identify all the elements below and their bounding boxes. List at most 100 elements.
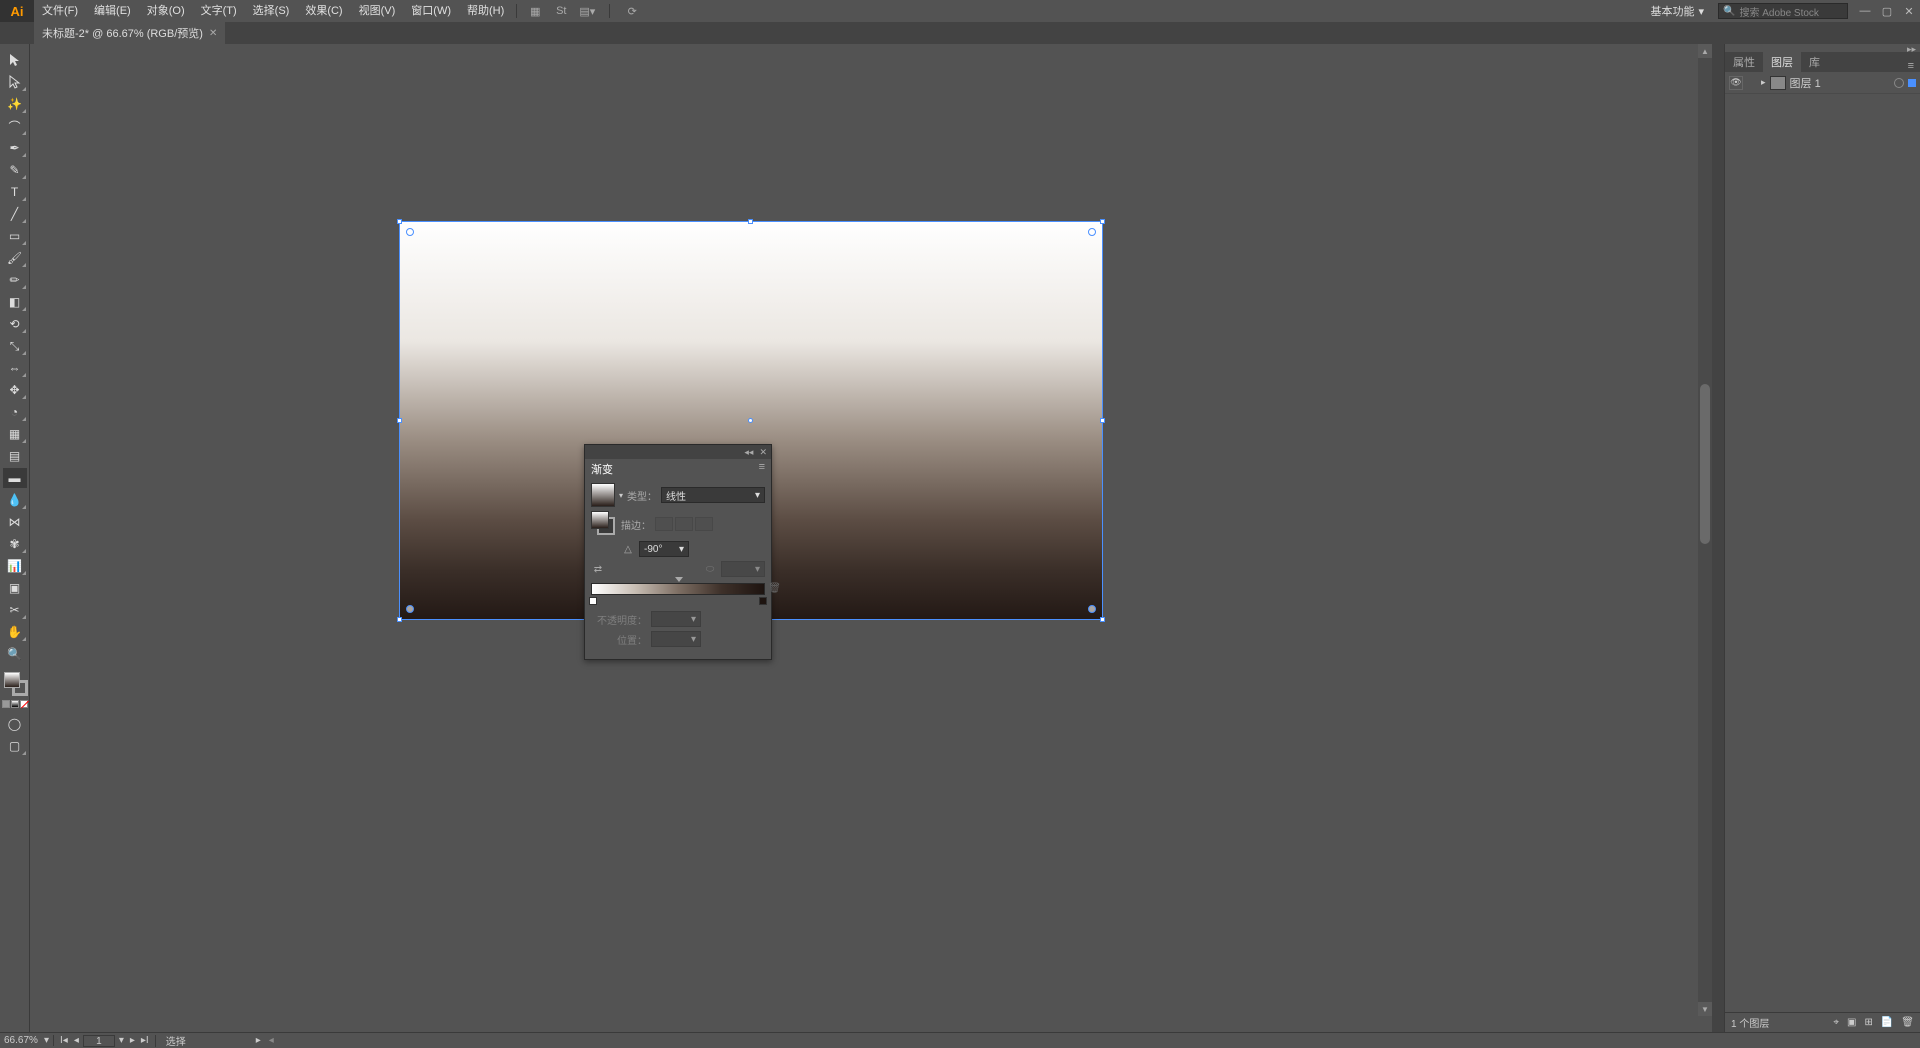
locate-object-icon[interactable]: ⌖ — [1833, 1017, 1839, 1028]
minimize-button[interactable]: — — [1854, 0, 1876, 22]
close-button[interactable]: ✕ — [1898, 0, 1920, 22]
draw-mode-normal[interactable]: ◯ — [3, 714, 27, 734]
magic-wand-tool[interactable]: ✨ — [3, 94, 27, 114]
gradient-editor[interactable]: 🗑 — [591, 583, 765, 605]
fill-mini-swatch[interactable] — [591, 511, 609, 529]
document-tab[interactable]: 未标题-2* @ 66.67% (RGB/预览) ✕ — [34, 22, 225, 44]
type-tool[interactable]: T — [3, 182, 27, 202]
maximize-button[interactable]: ▢ — [1876, 0, 1898, 22]
angle-input[interactable]: -90° ▾ — [639, 541, 689, 557]
fill-swatch[interactable] — [4, 672, 20, 688]
gradient-panel[interactable]: ◂◂ ✕ 渐变 ≡ ▾ 类型： 线性 ▾ — [584, 444, 772, 660]
scroll-up-arrow[interactable]: ▲ — [1698, 44, 1712, 58]
menu-view[interactable]: 视图(V) — [351, 0, 404, 22]
color-mode-solid[interactable] — [2, 700, 10, 708]
swatch-dropdown-icon[interactable]: ▾ — [619, 491, 623, 500]
gpu-icon[interactable]: ⟳ — [624, 3, 640, 19]
dock-strip[interactable] — [1712, 44, 1724, 1032]
pen-tool[interactable]: ✒ — [3, 138, 27, 158]
stroke-along-button[interactable] — [675, 517, 693, 531]
free-transform-tool[interactable]: ✥ — [3, 380, 27, 400]
next-artboard-button[interactable]: ▸ — [128, 1035, 137, 1046]
gradient-preview-swatch[interactable] — [591, 483, 615, 507]
tab-libraries[interactable]: 库 — [1801, 52, 1828, 72]
arrange-icon[interactable]: ▤▾ — [579, 3, 595, 19]
layer-name[interactable]: 图层 1 — [1790, 75, 1821, 91]
scale-tool[interactable]: ⤡ — [3, 336, 27, 356]
curvature-tool[interactable]: ✎ — [3, 160, 27, 180]
status-dropdown-icon[interactable]: ▸ — [196, 1035, 261, 1046]
color-mode-none[interactable] — [20, 700, 28, 708]
artboard-number[interactable]: 1 — [83, 1035, 115, 1047]
scroll-down-arrow[interactable]: ▼ — [1698, 1002, 1712, 1016]
visibility-toggle[interactable]: 👁 — [1729, 76, 1743, 90]
zoom-tool[interactable]: 🔍 — [3, 644, 27, 664]
stock-icon[interactable]: St — [553, 3, 569, 19]
rotate-tool[interactable]: ⟲ — [3, 314, 27, 334]
panel-header[interactable]: ◂◂ ✕ — [585, 445, 771, 459]
gradient-midpoint[interactable] — [675, 577, 683, 582]
slice-tool[interactable]: ✂ — [3, 600, 27, 620]
eraser-tool[interactable]: ◧ — [3, 292, 27, 312]
menu-type[interactable]: 文字(T) — [193, 0, 245, 22]
lasso-tool[interactable]: ⌒ — [3, 116, 27, 136]
close-panel-icon[interactable]: ✕ — [759, 447, 767, 458]
gradient-type-select[interactable]: 线性 ▾ — [661, 487, 765, 503]
tab-layers[interactable]: 图层 — [1763, 52, 1801, 72]
expand-layer-icon[interactable]: ▸ — [1761, 77, 1766, 88]
artboard-dropdown[interactable]: ▾ — [117, 1035, 126, 1046]
mesh-tool[interactable]: ▤ — [3, 446, 27, 466]
new-layer-icon[interactable]: 📄 — [1881, 1017, 1893, 1028]
panel-menu-icon[interactable]: ≡ — [759, 461, 765, 473]
tab-properties[interactable]: 属性 — [1725, 52, 1763, 72]
color-mode-gradient[interactable] — [11, 700, 19, 708]
gradient-tool[interactable]: ▬ — [3, 468, 27, 488]
live-corner-widget[interactable] — [1088, 605, 1096, 613]
paintbrush-tool[interactable]: 🖌 — [3, 248, 27, 268]
gradient-ramp[interactable] — [591, 583, 765, 595]
stroke-across-button[interactable] — [695, 517, 713, 531]
live-corner-widget[interactable] — [406, 228, 414, 236]
panel-tab-gradient[interactable]: 渐变 — [591, 464, 613, 476]
menu-select[interactable]: 选择(S) — [245, 0, 298, 22]
collapse-icon[interactable]: ◂◂ — [744, 447, 753, 458]
last-artboard-button[interactable]: ▸I — [139, 1035, 151, 1046]
make-clipping-mask-icon[interactable]: ▣ — [1847, 1017, 1856, 1028]
search-input[interactable]: 🔍 搜索 Adobe Stock — [1718, 3, 1848, 19]
gradient-stop-right[interactable] — [759, 597, 767, 605]
menu-edit[interactable]: 编辑(E) — [86, 0, 139, 22]
close-tab-icon[interactable]: ✕ — [209, 28, 217, 39]
symbol-sprayer-tool[interactable]: ✾ — [3, 534, 27, 554]
menu-file[interactable]: 文件(F) — [34, 0, 86, 22]
stroke-within-button[interactable] — [655, 517, 673, 531]
artboard-tool[interactable]: ▣ — [3, 578, 27, 598]
menu-object[interactable]: 对象(O) — [139, 0, 193, 22]
canvas[interactable]: ◂◂ ✕ 渐变 ≡ ▾ 类型： 线性 ▾ — [30, 44, 1712, 1032]
vertical-scrollbar[interactable]: ▲ ▼ — [1698, 44, 1712, 1016]
live-corner-widget[interactable] — [1088, 228, 1096, 236]
prev-artboard-button[interactable]: ◂ — [72, 1035, 81, 1046]
line-tool[interactable]: ╱ — [3, 204, 27, 224]
scroll-left-icon[interactable]: ◂ — [261, 1035, 274, 1046]
gradient-stop-left[interactable] — [589, 597, 597, 605]
workspace-switcher[interactable]: 基本功能 ▾ — [1642, 3, 1712, 19]
fill-stroke-swatches[interactable] — [2, 670, 28, 696]
panel-menu-icon[interactable]: ≡ — [1902, 60, 1920, 72]
target-icon[interactable] — [1894, 78, 1904, 88]
scroll-thumb[interactable] — [1700, 384, 1710, 544]
hand-tool[interactable]: ✋ — [3, 622, 27, 642]
column-graph-tool[interactable]: 📊 — [3, 556, 27, 576]
rectangle-tool[interactable]: ▭ — [3, 226, 27, 246]
fill-stroke-mini[interactable] — [591, 511, 617, 537]
layer-row[interactable]: 👁 ▸ 图层 1 — [1725, 72, 1920, 94]
shape-builder-tool[interactable]: ◔ — [3, 402, 27, 422]
menu-effect[interactable]: 效果(C) — [297, 0, 350, 22]
eyedropper-tool[interactable]: 💧 — [3, 490, 27, 510]
bridge-icon[interactable]: ▦ — [527, 3, 543, 19]
menu-help[interactable]: 帮助(H) — [459, 0, 512, 22]
menu-window[interactable]: 窗口(W) — [403, 0, 459, 22]
shaper-tool[interactable]: ✏ — [3, 270, 27, 290]
create-sublayer-icon[interactable]: ⊞ — [1864, 1017, 1872, 1028]
selection-tool[interactable] — [3, 50, 27, 70]
zoom-display[interactable]: 66.67% ▾ — [0, 1035, 54, 1046]
